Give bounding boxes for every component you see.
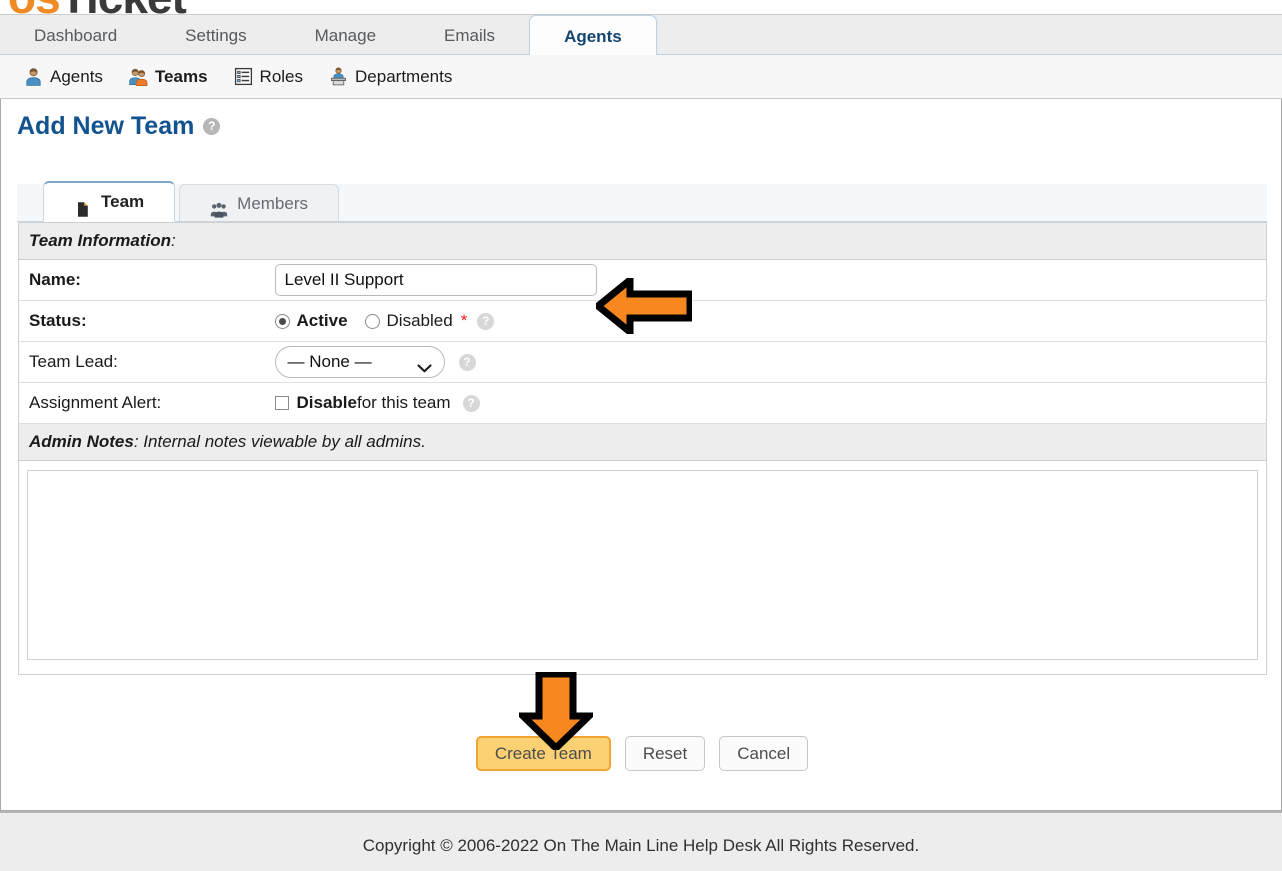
tab-team[interactable]: Team <box>43 181 176 222</box>
brand-logo-text: osTicket <box>8 0 187 14</box>
team-lead-selected-value: — None — <box>287 352 372 371</box>
assignment-alert-value-cell: Disable for this team ? <box>274 382 1267 424</box>
team-information-form: Team Information: Name: Status: Active <box>18 222 1267 675</box>
name-input[interactable] <box>274 264 597 296</box>
main-content-panel: Add New Team ? Team Members Team Informa… <box>0 99 1282 811</box>
subnav-item-departments[interactable]: Departments <box>329 67 452 87</box>
page-title-text: Add New Team <box>17 112 195 140</box>
page-title: Add New Team ? <box>17 112 221 141</box>
admin-notes-textarea[interactable] <box>27 470 1258 660</box>
status-help-icon[interactable]: ? <box>477 312 495 330</box>
agent-person-icon <box>24 67 43 86</box>
subnav-label-departments: Departments <box>355 66 453 86</box>
team-lead-label: Team Lead: <box>18 341 275 383</box>
tab-members[interactable]: Members <box>179 184 340 221</box>
team-information-heading: Team Information: <box>18 222 1267 260</box>
assignment-alert-label: Assignment Alert: <box>18 382 275 424</box>
subnav-label-roles: Roles <box>259 66 304 86</box>
row-team-lead: Team Lead: — None — ? <box>18 341 1267 383</box>
secondary-navigation: Agents Teams Roles Departments <box>0 55 1282 99</box>
row-name: Name: <box>18 259 1267 301</box>
nav-tab-agents[interactable]: Agents <box>529 15 657 57</box>
cancel-button[interactable]: Cancel <box>719 736 809 771</box>
team-information-heading-rest: : <box>171 231 176 250</box>
status-label: Status: <box>18 300 275 342</box>
tab-team-label: Team <box>101 192 145 211</box>
admin-notes-heading: Admin Notes: Internal notes viewable by … <box>18 423 1267 461</box>
nav-tab-dashboard[interactable]: Dashboard <box>0 15 151 56</box>
row-admin-notes-header: Admin Notes: Internal notes viewable by … <box>18 423 1267 461</box>
assignment-alert-checkbox[interactable] <box>274 396 289 410</box>
file-icon <box>74 194 92 217</box>
subnav-item-agents[interactable]: Agents <box>24 67 103 87</box>
chevron-down-icon <box>416 358 432 372</box>
form-tab-bar: Team Members <box>17 181 1267 222</box>
assignment-alert-help-icon[interactable]: ? <box>462 394 480 412</box>
brand-logo-ticket: Ticket <box>60 0 187 14</box>
admin-notes-heading-rest: : Internal notes viewable by all admins. <box>133 432 426 451</box>
admin-notes-heading-bold: Admin Notes <box>29 432 134 451</box>
status-label-active: Active <box>296 311 348 330</box>
status-radio-active[interactable] <box>274 313 290 329</box>
departments-desk-icon <box>329 67 348 86</box>
assignment-alert-row: Disable for this team ? <box>274 393 1267 413</box>
footer-copyright: Copyright © 2006-2022 On The Main Line H… <box>362 836 920 855</box>
help-question-icon[interactable]: ? <box>203 118 221 135</box>
assignment-alert-disable-text: Disable <box>296 393 357 412</box>
team-lead-select[interactable]: — None — <box>274 346 445 378</box>
row-admin-notes-textarea <box>19 461 1267 675</box>
name-value-cell <box>274 259 1267 301</box>
tab-members-label: Members <box>237 193 309 213</box>
team-people-icon <box>129 67 148 86</box>
nav-tab-manage[interactable]: Manage <box>281 15 410 56</box>
status-value-cell: Active Disabled * ? <box>274 300 1267 342</box>
team-information-heading-bold: Team Information <box>29 231 171 250</box>
nav-tab-emails[interactable]: Emails <box>410 15 529 56</box>
status-radio-disabled[interactable] <box>364 313 380 329</box>
primary-nav-tabs: Dashboard Settings Manage Emails Agents <box>0 15 657 57</box>
admin-notes-cell <box>19 461 1267 675</box>
row-assignment-alert: Assignment Alert: Disable for this team … <box>18 382 1267 424</box>
subnav-label-agents: Agents <box>50 66 103 86</box>
team-lead-help-icon[interactable]: ? <box>458 353 476 371</box>
roles-list-icon <box>234 67 253 86</box>
status-required-asterisk: * <box>460 311 468 330</box>
nav-tab-settings[interactable]: Settings <box>151 15 280 56</box>
subnav-label-teams: Teams <box>154 66 208 86</box>
group-icon <box>210 195 228 218</box>
brand-logo[interactable]: osTicket <box>0 0 1282 14</box>
osticket-admin-page: osTicket Dashboard Settings Manage Email… <box>0 0 1282 871</box>
status-label-disabled: Disabled <box>386 311 453 330</box>
subnav-item-roles[interactable]: Roles <box>234 67 303 87</box>
name-label: Name: <box>18 259 275 301</box>
status-radio-group: Active Disabled * ? <box>274 311 1267 331</box>
primary-navigation: Dashboard Settings Manage Emails Agents <box>0 14 1282 57</box>
assignment-alert-rest-text: for this team <box>356 393 451 412</box>
reset-button[interactable]: Reset <box>624 736 706 771</box>
row-status: Status: Active Disabled * ? <box>18 300 1267 342</box>
brand-logo-os: os <box>8 0 61 14</box>
create-team-button[interactable]: Create Team <box>475 736 611 771</box>
team-lead-value-cell: — None — ? <box>274 341 1267 383</box>
section-header-row: Team Information: <box>18 222 1267 260</box>
form-actions: Create Team Reset Cancel <box>1 736 1282 771</box>
subnav-item-teams[interactable]: Teams <box>129 67 208 87</box>
footer: Copyright © 2006-2022 On The Main Line H… <box>0 811 1282 871</box>
